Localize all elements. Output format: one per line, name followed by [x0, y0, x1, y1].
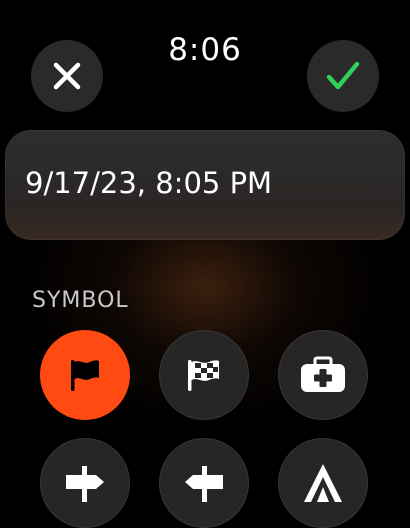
tent-icon [304, 464, 342, 502]
date-time-field[interactable]: 9/17/23, 8:05 PM [5, 130, 405, 240]
first-aid-kit-icon [301, 356, 345, 392]
symbol-tent[interactable] [278, 438, 368, 528]
flag-icon [71, 360, 99, 391]
checkmark-icon [326, 61, 360, 90]
signpost-left-icon [185, 466, 223, 502]
symbol-section-label: SYMBOL [32, 288, 129, 313]
symbol-signpost-left[interactable] [159, 438, 249, 528]
symbol-first-aid-kit[interactable] [278, 330, 368, 420]
checkered-flag-icon [188, 360, 219, 391]
signpost-right-icon [66, 466, 104, 502]
symbol-flag[interactable] [40, 330, 130, 420]
confirm-button[interactable] [307, 40, 379, 112]
close-button[interactable] [31, 40, 103, 112]
symbol-checkered-flag[interactable] [159, 330, 249, 420]
date-time-value: 9/17/23, 8:05 PM [25, 166, 273, 200]
symbol-signpost-right[interactable] [40, 438, 130, 528]
xmark-icon [53, 62, 81, 90]
